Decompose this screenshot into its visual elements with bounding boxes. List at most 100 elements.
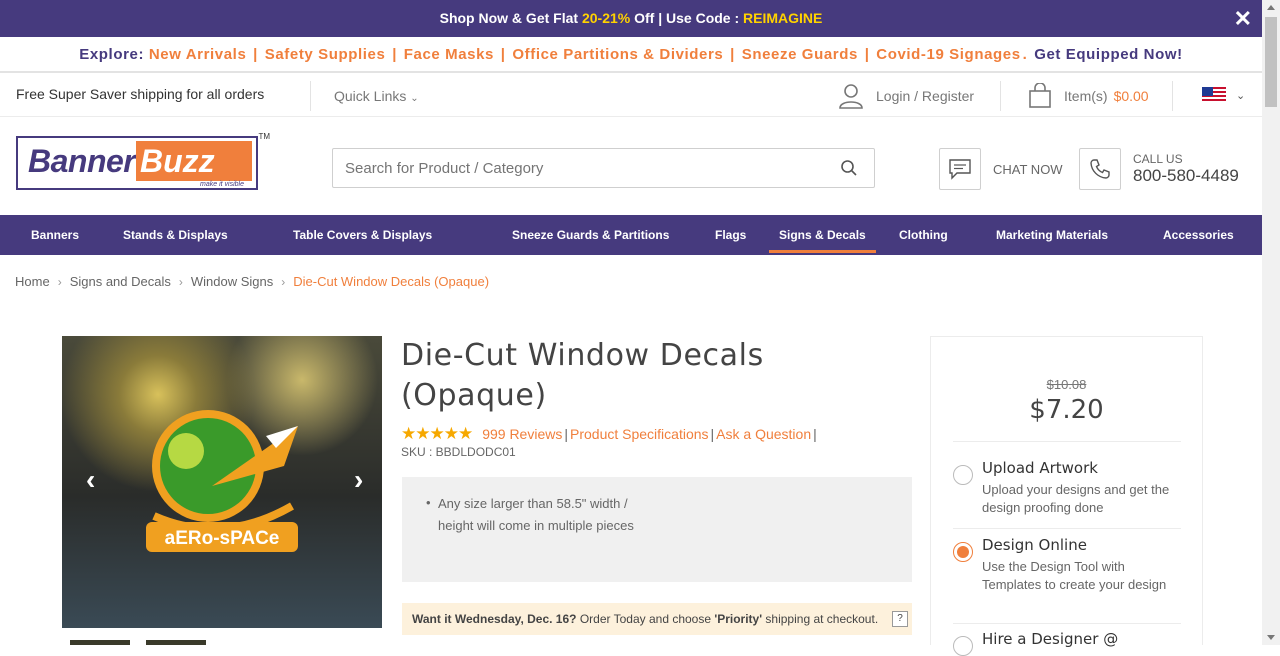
explore-link-new-arrivals[interactable]: New Arrivals bbox=[149, 46, 247, 63]
promo-code: REIMAGINE bbox=[743, 10, 823, 26]
chat-now-label: CHAT NOW bbox=[993, 161, 1063, 177]
explore-link-face-masks[interactable]: Face Masks bbox=[404, 46, 494, 63]
cart-amount: $0.00 bbox=[1113, 88, 1149, 104]
radio-design-online[interactable] bbox=[953, 542, 973, 562]
chevron-right-icon[interactable]: › bbox=[354, 464, 363, 496]
nav-item-sneeze-guards[interactable]: Sneeze Guards & Partitions bbox=[512, 215, 669, 255]
product-specifications-link[interactable]: Product Specifications bbox=[570, 426, 709, 442]
search-icon[interactable] bbox=[840, 159, 858, 177]
divider bbox=[953, 441, 1181, 442]
breadcrumb-current: Die-Cut Window Decals (Opaque) bbox=[293, 274, 490, 289]
product-image-gallery[interactable]: aERo-sPACe ‹ › bbox=[62, 336, 382, 628]
cart-label: Item(s) bbox=[1064, 88, 1108, 104]
scroll-up-icon[interactable] bbox=[1267, 5, 1275, 10]
nav-item-flags[interactable]: Flags bbox=[715, 215, 746, 255]
nav-item-signs-decals[interactable]: Signs & Decals bbox=[769, 215, 876, 255]
page-scrollbar[interactable] bbox=[1262, 0, 1280, 645]
product-sku: SKU : BBDLDODC01 bbox=[401, 445, 516, 459]
thumbnail[interactable] bbox=[146, 640, 206, 645]
breadcrumb-signs-decals[interactable]: Signs and Decals bbox=[70, 274, 171, 289]
us-flag-icon bbox=[1202, 87, 1226, 103]
breadcrumb-window-signs[interactable]: Window Signs bbox=[191, 274, 273, 289]
chevron-right-icon: › bbox=[281, 274, 286, 289]
nav-item-stands-displays[interactable]: Stands & Displays bbox=[123, 215, 228, 255]
login-register-link[interactable]: Login / Register bbox=[838, 81, 974, 111]
option-design-online[interactable]: Design Online Use the Design Tool with T… bbox=[953, 536, 1181, 594]
help-icon[interactable]: ? bbox=[892, 611, 908, 627]
chevron-down-icon: ⌄ bbox=[410, 93, 419, 104]
reviews-link[interactable]: 999 Reviews bbox=[482, 426, 562, 442]
nav-item-accessories[interactable]: Accessories bbox=[1163, 215, 1234, 255]
logo-trademark: TM bbox=[258, 132, 270, 141]
separator: | bbox=[725, 46, 740, 63]
product-image-text: aERo-sPACe bbox=[165, 528, 280, 549]
call-us[interactable]: CALL US 800-580-4489 bbox=[1079, 148, 1239, 190]
delivery-priority: 'Priority' bbox=[714, 612, 763, 626]
chevron-left-icon[interactable]: ‹ bbox=[86, 464, 95, 496]
phone-icon bbox=[1079, 148, 1121, 190]
nav-item-table-covers[interactable]: Table Covers & Displays bbox=[293, 215, 432, 255]
option-upload-artwork[interactable]: Upload Artwork Upload your designs and g… bbox=[953, 459, 1181, 517]
separator: | bbox=[859, 46, 875, 63]
chat-now-button[interactable]: CHAT NOW bbox=[939, 148, 1063, 190]
logo-tagline: make it visible bbox=[200, 181, 244, 188]
cart-link[interactable]: Item(s) $0.00 bbox=[1028, 81, 1149, 111]
phone-number: 800-580-4489 bbox=[1133, 166, 1239, 185]
promo-middle: Off | Use Code : bbox=[630, 10, 744, 26]
period: . bbox=[1022, 46, 1033, 63]
quick-links-label: Quick Links bbox=[334, 88, 407, 104]
explore-cta[interactable]: Get Equipped Now! bbox=[1034, 46, 1183, 63]
user-icon bbox=[839, 84, 863, 109]
chevron-right-icon: › bbox=[57, 274, 62, 289]
option-description: Upload your designs and get the design p… bbox=[982, 482, 1170, 515]
nav-item-clothing[interactable]: Clothing bbox=[899, 215, 948, 255]
divider bbox=[953, 623, 1181, 624]
search-box bbox=[332, 148, 875, 188]
thumbnail[interactable] bbox=[70, 640, 130, 645]
product-image: aERo-sPACe bbox=[146, 410, 298, 552]
quick-links-dropdown[interactable]: Quick Links ⌄ bbox=[334, 75, 419, 120]
option-title: Upload Artwork bbox=[982, 459, 1098, 477]
main-nav: Banners Stands & Displays Table Covers &… bbox=[0, 215, 1262, 255]
promo-prefix: Shop Now & Get Flat bbox=[439, 10, 582, 26]
separator: | bbox=[564, 426, 568, 442]
product-note-box: • Any size larger than 58.5" width / hei… bbox=[402, 477, 912, 582]
radio-hire-designer[interactable] bbox=[953, 636, 973, 656]
scrollbar-thumb[interactable] bbox=[1265, 17, 1277, 107]
country-selector[interactable]: ⌄ bbox=[1202, 87, 1245, 103]
nav-item-marketing-materials[interactable]: Marketing Materials bbox=[996, 215, 1108, 255]
product-title-line1: Die-Cut Window Decals bbox=[401, 338, 764, 373]
product-note: Any size larger than 58.5" width / heigh… bbox=[438, 496, 634, 533]
explore-bar: Explore: New Arrivals | Safety Supplies … bbox=[0, 37, 1262, 73]
search-input[interactable] bbox=[333, 149, 874, 187]
thumbnail-strip bbox=[70, 640, 206, 645]
star-rating-icon: ★★★★★ bbox=[401, 424, 473, 443]
promo-discount: 20-21% bbox=[581, 10, 631, 26]
option-hire-designer[interactable]: Hire a Designer @ bbox=[953, 630, 1181, 656]
shipping-notice: Free Super Saver shipping for all orders bbox=[16, 86, 265, 102]
explore-link-covid-signages[interactable]: Covid-19 Signages bbox=[876, 46, 1020, 63]
divider bbox=[1000, 81, 1001, 111]
radio-upload-artwork[interactable] bbox=[953, 465, 973, 485]
scroll-down-icon[interactable] bbox=[1267, 635, 1275, 640]
delivery-date: Want it Wednesday, Dec. 16? bbox=[412, 612, 577, 626]
breadcrumb-home[interactable]: Home bbox=[15, 274, 50, 289]
close-icon[interactable]: ✕ bbox=[1234, 0, 1252, 37]
pricing-panel: $10.08 $7.20 Upload Artwork Upload your … bbox=[930, 336, 1203, 656]
separator: | bbox=[248, 46, 263, 63]
explore-link-office-partitions[interactable]: Office Partitions & Dividers bbox=[512, 46, 723, 63]
site-header: Banner Buzz make it visible TM CHAT NOW … bbox=[0, 118, 1262, 215]
separator: | bbox=[387, 46, 402, 63]
ask-question-link[interactable]: Ask a Question bbox=[716, 426, 811, 442]
divider bbox=[310, 81, 311, 111]
promo-bar: Shop Now & Get Flat 20-21% Off | Use Cod… bbox=[0, 0, 1262, 37]
logo-text-buzz: Buzz bbox=[136, 141, 252, 181]
divider bbox=[953, 528, 1181, 529]
explore-link-safety-supplies[interactable]: Safety Supplies bbox=[265, 46, 386, 63]
explore-link-sneeze-guards[interactable]: Sneeze Guards bbox=[742, 46, 858, 63]
old-price: $10.08 bbox=[1046, 377, 1087, 392]
product-title: Die-Cut Window Decals (Opaque) bbox=[401, 336, 901, 416]
nav-item-banners[interactable]: Banners bbox=[31, 215, 79, 255]
breadcrumb: Home › Signs and Decals › Window Signs ›… bbox=[15, 274, 489, 289]
bannerbuzz-logo[interactable]: Banner Buzz make it visible TM bbox=[16, 132, 270, 190]
